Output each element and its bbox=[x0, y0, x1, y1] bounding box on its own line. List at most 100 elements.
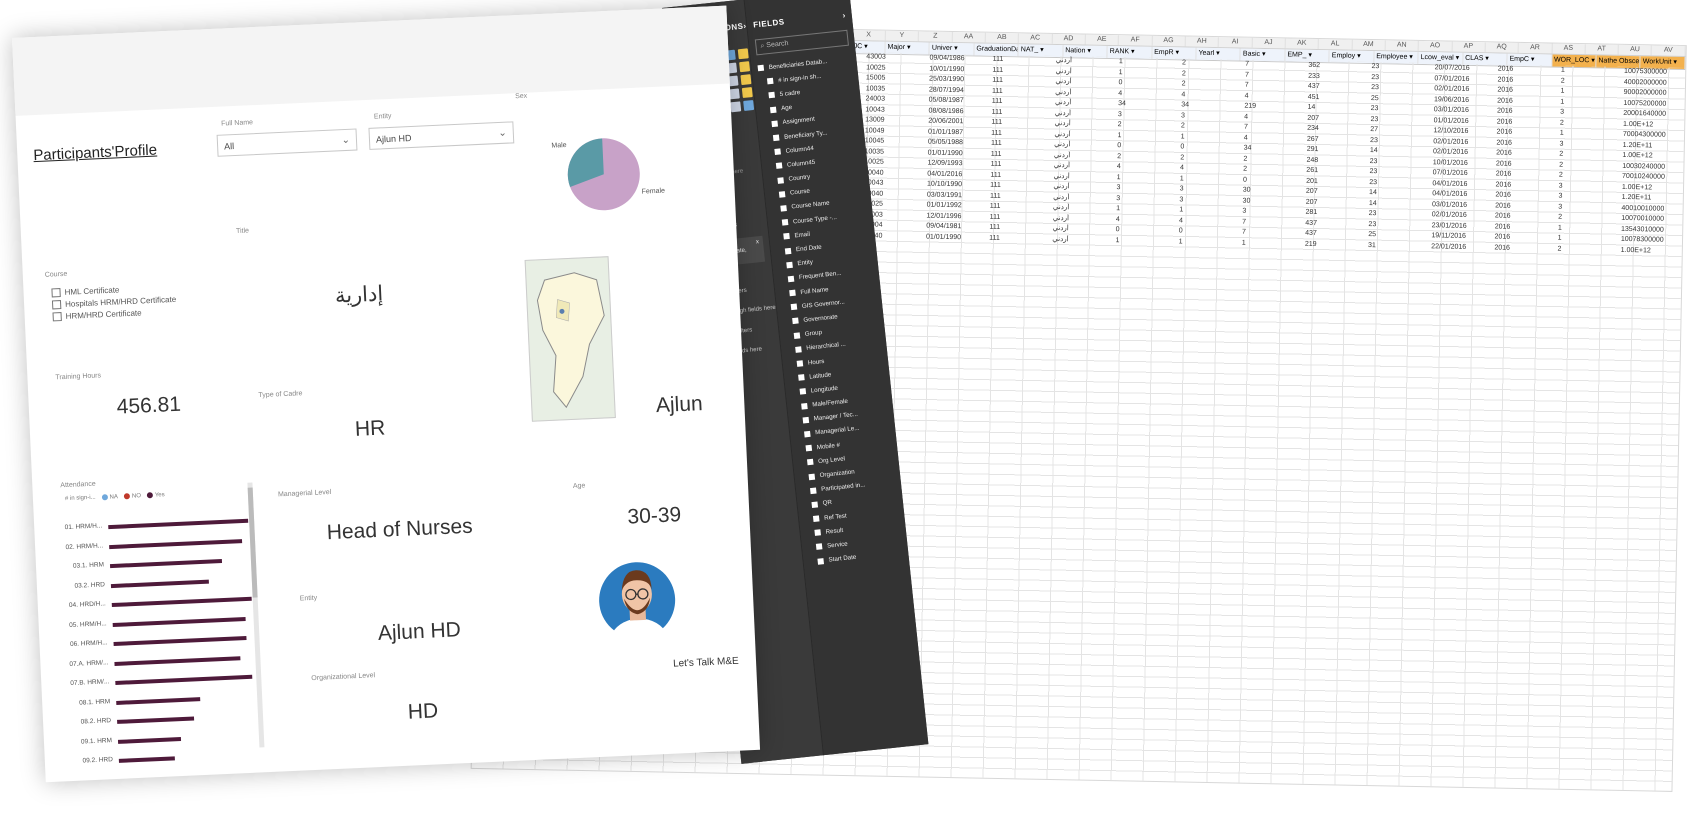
column-letter[interactable]: AS bbox=[1552, 43, 1586, 55]
bar[interactable] bbox=[110, 579, 209, 588]
checkbox-icon[interactable] bbox=[814, 529, 822, 537]
column-letter[interactable]: Y bbox=[885, 30, 920, 42]
checkbox-icon[interactable] bbox=[789, 289, 796, 297]
checkbox-icon[interactable] bbox=[778, 190, 786, 198]
checkbox-icon[interactable] bbox=[812, 515, 820, 523]
course-option[interactable]: HRM/HRD Certificate bbox=[52, 308, 142, 322]
visual-type-icon[interactable] bbox=[740, 74, 752, 86]
column-letter[interactable]: AP bbox=[1452, 41, 1486, 53]
checkbox-icon[interactable] bbox=[51, 288, 61, 298]
table-cell[interactable]: 01/01/1990 bbox=[924, 232, 987, 244]
course-option[interactable]: HML Certificate bbox=[51, 285, 120, 298]
full-name-slicer[interactable]: All ⌄ bbox=[216, 128, 358, 157]
course-option[interactable]: Hospitals HRM/HRD Certificate bbox=[51, 295, 176, 310]
checkbox-icon[interactable] bbox=[772, 134, 780, 142]
column-letter[interactable]: AG bbox=[1152, 35, 1186, 47]
checkbox-icon[interactable] bbox=[781, 219, 789, 226]
chart-scrollbar-thumb[interactable] bbox=[247, 487, 258, 598]
bar[interactable] bbox=[109, 559, 223, 569]
column-letter[interactable]: AF bbox=[1118, 35, 1153, 46]
column-letter[interactable]: AO bbox=[1418, 40, 1453, 52]
checkbox-icon[interactable] bbox=[786, 261, 793, 269]
bar[interactable] bbox=[118, 756, 175, 763]
checkbox-icon[interactable] bbox=[766, 78, 774, 85]
checkbox-icon[interactable] bbox=[769, 106, 777, 113]
governorate-map[interactable] bbox=[524, 256, 616, 422]
column-letter[interactable]: AE bbox=[1085, 34, 1120, 46]
checkbox-icon[interactable] bbox=[817, 557, 824, 565]
checkbox-icon[interactable] bbox=[775, 162, 783, 170]
checkbox-icon[interactable] bbox=[774, 148, 781, 156]
bar[interactable] bbox=[117, 736, 182, 744]
sex-pie-chart[interactable]: Male Female bbox=[547, 124, 665, 224]
checkbox-icon[interactable] bbox=[811, 501, 819, 508]
visual-type-icon[interactable] bbox=[728, 88, 740, 100]
column-letter[interactable]: Z bbox=[918, 31, 953, 42]
visual-type-icon[interactable] bbox=[743, 99, 755, 111]
checkbox-icon[interactable] bbox=[784, 247, 792, 254]
table-cell[interactable]: 1 bbox=[1113, 236, 1176, 248]
column-letter[interactable]: AL bbox=[1318, 39, 1353, 50]
checkbox-icon[interactable] bbox=[795, 346, 802, 353]
checkbox-icon[interactable] bbox=[790, 303, 798, 311]
table-cell[interactable]: 22/01/2016 bbox=[1429, 242, 1492, 254]
chevron-right-icon[interactable]: › bbox=[842, 11, 846, 20]
bar[interactable] bbox=[117, 716, 195, 724]
bar[interactable] bbox=[116, 696, 201, 705]
checkbox-icon[interactable] bbox=[801, 402, 808, 410]
checkbox-icon[interactable] bbox=[808, 473, 816, 480]
table-cell[interactable]: 219 bbox=[1303, 239, 1366, 251]
table-cell[interactable]: 1 bbox=[1240, 238, 1303, 250]
checkbox-icon[interactable] bbox=[815, 543, 823, 551]
visual-type-icon[interactable] bbox=[739, 61, 751, 73]
bar[interactable] bbox=[114, 655, 241, 666]
column-letter[interactable]: X bbox=[852, 30, 886, 41]
bar[interactable] bbox=[113, 635, 247, 647]
column-letter[interactable]: AA bbox=[952, 31, 986, 43]
table-cell[interactable]: 1 bbox=[1177, 237, 1240, 249]
checkbox-icon[interactable] bbox=[793, 332, 801, 339]
bar[interactable] bbox=[112, 616, 246, 627]
checkbox-icon[interactable] bbox=[807, 459, 814, 466]
checkbox-icon[interactable] bbox=[783, 233, 790, 240]
table-cell[interactable]: 31 bbox=[1366, 240, 1429, 252]
visual-type-icon[interactable] bbox=[741, 87, 753, 99]
column-letter[interactable]: AU bbox=[1618, 44, 1653, 56]
checkbox-icon[interactable] bbox=[804, 430, 811, 438]
table-cell[interactable]: 1.00E+12 bbox=[1619, 245, 1682, 257]
bar[interactable] bbox=[109, 538, 243, 549]
bar[interactable] bbox=[115, 674, 253, 685]
column-letter[interactable]: AT bbox=[1585, 44, 1619, 55]
column-letter[interactable]: AB bbox=[985, 32, 1020, 44]
entity-slicer[interactable]: Ajlun HD ⌄ bbox=[368, 121, 515, 150]
table-cell[interactable]: أردني bbox=[1050, 234, 1113, 246]
column-letter[interactable]: AR bbox=[1518, 42, 1553, 54]
fields-search-input[interactable]: ⌕ Search bbox=[754, 29, 849, 56]
table-cell[interactable]: 2016 bbox=[1492, 243, 1555, 255]
fields-header[interactable]: FIELDS › bbox=[745, 0, 853, 30]
checkbox-icon[interactable] bbox=[796, 360, 804, 367]
column-letter[interactable]: AJ bbox=[1252, 37, 1286, 49]
checkbox-icon[interactable] bbox=[757, 64, 765, 72]
checkbox-icon[interactable] bbox=[771, 120, 779, 127]
checkbox-icon[interactable] bbox=[780, 205, 787, 212]
checkbox-icon[interactable] bbox=[777, 176, 784, 184]
column-letter[interactable]: AV bbox=[1652, 45, 1686, 57]
checkbox-icon[interactable] bbox=[768, 92, 776, 99]
column-letter[interactable]: AM bbox=[1352, 39, 1386, 51]
column-letter[interactable]: AH bbox=[1185, 36, 1220, 48]
column-letter[interactable]: AD bbox=[1052, 33, 1086, 45]
close-icon[interactable]: x bbox=[756, 239, 760, 245]
checkbox-icon[interactable] bbox=[799, 388, 807, 396]
column-letter[interactable]: AQ bbox=[1485, 42, 1519, 53]
checkbox-icon[interactable] bbox=[805, 444, 813, 452]
column-letter[interactable]: AC bbox=[1018, 33, 1053, 44]
column-letter[interactable]: AK bbox=[1285, 38, 1320, 50]
checkbox-icon[interactable] bbox=[809, 487, 817, 494]
checkbox-icon[interactable] bbox=[802, 416, 810, 424]
table-cell[interactable]: 111 bbox=[987, 233, 1050, 245]
column-letter[interactable]: AI bbox=[1218, 37, 1253, 48]
visual-type-icon[interactable] bbox=[737, 48, 749, 60]
checkbox-icon[interactable] bbox=[51, 300, 62, 310]
table-cell[interactable]: 2 bbox=[1555, 244, 1618, 256]
